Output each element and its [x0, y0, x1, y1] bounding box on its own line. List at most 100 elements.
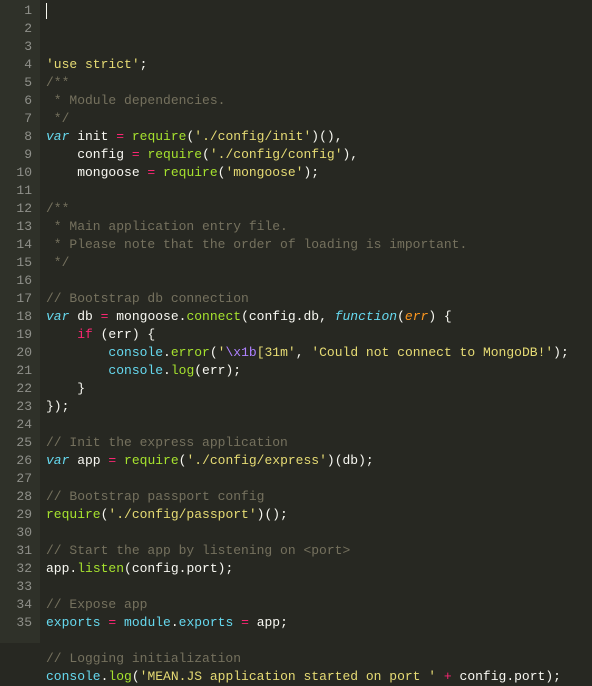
token: require: [124, 453, 179, 468]
token: // Logging initialization: [46, 651, 241, 666]
token: var: [46, 129, 69, 144]
code-line[interactable]: }: [46, 380, 592, 398]
code-line[interactable]: console.error('\x1b[31m', 'Could not con…: [46, 344, 592, 362]
code-line[interactable]: // Bootstrap db connection: [46, 290, 592, 308]
line-number: 7: [12, 110, 32, 128]
code-line[interactable]: */: [46, 254, 592, 272]
token: [31m': [257, 345, 296, 360]
code-line[interactable]: * Please note that the order of loading …: [46, 236, 592, 254]
code-line[interactable]: var app = require('./config/express')(db…: [46, 452, 592, 470]
code-area[interactable]: 'use strict';/** * Module dependencies. …: [40, 0, 592, 643]
token: // Start the app by listening on <port>: [46, 543, 350, 558]
token: \x1b: [225, 345, 256, 360]
code-line[interactable]: /**: [46, 200, 592, 218]
line-number: 5: [12, 74, 32, 92]
token: [46, 327, 77, 342]
token: function: [335, 309, 397, 324]
token: 'mongoose': [225, 165, 303, 180]
token: app;: [249, 615, 288, 630]
line-number: 20: [12, 344, 32, 362]
code-line[interactable]: console.log('MEAN.JS application started…: [46, 668, 592, 686]
text-cursor: [46, 3, 47, 19]
token: (: [202, 147, 210, 162]
token: [46, 345, 108, 360]
token: if: [77, 327, 93, 342]
token: console: [46, 669, 101, 684]
code-line[interactable]: /**: [46, 74, 592, 92]
code-line[interactable]: // Logging initialization: [46, 650, 592, 668]
line-number: 4: [12, 56, 32, 74]
token: require: [46, 507, 101, 522]
code-line[interactable]: require('./config/passport')();: [46, 506, 592, 524]
token: )();: [257, 507, 288, 522]
line-number: 9: [12, 146, 32, 164]
token: ),: [343, 147, 359, 162]
code-line[interactable]: var db = mongoose.connect(config.db, fun…: [46, 308, 592, 326]
token: './config/express': [186, 453, 326, 468]
token: config.port);: [452, 669, 561, 684]
token: console: [108, 363, 163, 378]
token: console: [108, 345, 163, 360]
code-line[interactable]: [46, 272, 592, 290]
line-number: 6: [12, 92, 32, 110]
token: './config/passport': [108, 507, 256, 522]
code-line[interactable]: exports = module.exports = app;: [46, 614, 592, 632]
code-line[interactable]: });: [46, 398, 592, 416]
code-line[interactable]: [46, 416, 592, 434]
line-number-gutter: 1234567891011121314151617181920212223242…: [0, 0, 40, 643]
code-line[interactable]: app.listen(config.port);: [46, 560, 592, 578]
token: require: [163, 165, 218, 180]
token: )(),: [311, 129, 342, 144]
token: // Expose app: [46, 597, 147, 612]
code-line[interactable]: [46, 632, 592, 650]
code-line[interactable]: // Init the express application: [46, 434, 592, 452]
token: (config.port);: [124, 561, 233, 576]
code-line[interactable]: console.log(err);: [46, 362, 592, 380]
line-number: 8: [12, 128, 32, 146]
code-line[interactable]: var init = require('./config/init')(),: [46, 128, 592, 146]
line-number: 33: [12, 578, 32, 596]
token: var: [46, 309, 69, 324]
code-line[interactable]: [46, 578, 592, 596]
code-line[interactable]: // Expose app: [46, 596, 592, 614]
token: * Main application entry file.: [46, 219, 288, 234]
token: (config.db,: [241, 309, 335, 324]
code-line[interactable]: * Module dependencies.: [46, 92, 592, 110]
token: (err);: [194, 363, 241, 378]
line-number: 35: [12, 614, 32, 632]
code-line[interactable]: [46, 524, 592, 542]
token: [116, 615, 124, 630]
code-line[interactable]: * Main application entry file.: [46, 218, 592, 236]
line-number: 29: [12, 506, 32, 524]
token: // Bootstrap db connection: [46, 291, 249, 306]
code-line[interactable]: // Bootstrap passport config: [46, 488, 592, 506]
token: // Bootstrap passport config: [46, 489, 264, 504]
code-line[interactable]: */: [46, 110, 592, 128]
code-line[interactable]: // Start the app by listening on <port>: [46, 542, 592, 560]
line-number: 3: [12, 38, 32, 56]
token: ) {: [428, 309, 451, 324]
code-editor[interactable]: 1234567891011121314151617181920212223242…: [0, 0, 592, 643]
token: db: [69, 309, 100, 324]
code-line[interactable]: mongoose = require('mongoose');: [46, 164, 592, 182]
line-number: 1: [12, 2, 32, 20]
code-line[interactable]: [46, 182, 592, 200]
token: =: [132, 147, 140, 162]
line-number: 14: [12, 236, 32, 254]
code-line[interactable]: if (err) {: [46, 326, 592, 344]
token: ,: [296, 345, 312, 360]
token: [436, 669, 444, 684]
code-line[interactable]: [46, 470, 592, 488]
line-number: 10: [12, 164, 32, 182]
line-number: 2: [12, 20, 32, 38]
line-number: 31: [12, 542, 32, 560]
token: exports: [179, 615, 234, 630]
line-number: 12: [12, 200, 32, 218]
token: */: [46, 111, 69, 126]
token: error: [171, 345, 210, 360]
token: * Please note that the order of loading …: [46, 237, 467, 252]
line-number: 22: [12, 380, 32, 398]
code-line[interactable]: config = require('./config/config'),: [46, 146, 592, 164]
token: /**: [46, 201, 69, 216]
code-line[interactable]: 'use strict';: [46, 56, 592, 74]
